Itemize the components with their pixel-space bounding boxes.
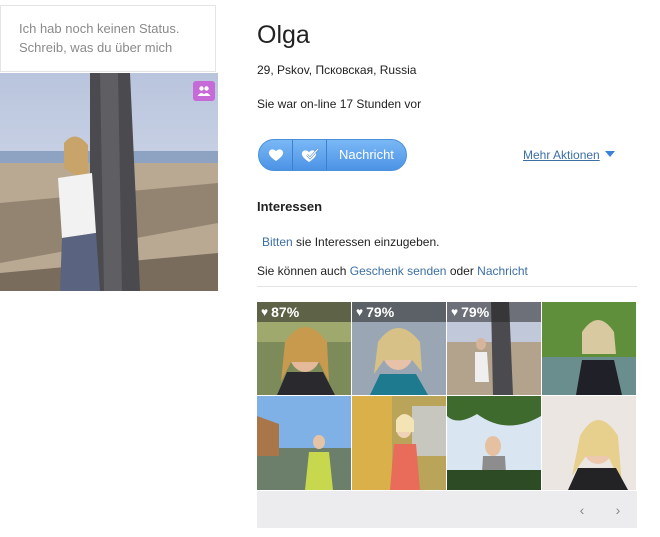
- gallery-photo[interactable]: [352, 396, 446, 490]
- rating-badge: ♥ 79%: [447, 302, 541, 322]
- photo-image: [257, 396, 351, 490]
- ask-interests-text: sie Interessen einzugeben.: [292, 235, 440, 249]
- photo-image: [447, 396, 541, 490]
- heart-icon: ♥: [261, 305, 269, 319]
- rating-value: 79%: [461, 304, 490, 320]
- ask-interests-link[interactable]: Bitten: [262, 235, 293, 249]
- status-placeholder: Ich hab noch keinen Status. Schreib, was…: [19, 21, 180, 55]
- gallery-photo[interactable]: [542, 396, 636, 490]
- gallery-next-button[interactable]: ›: [603, 491, 633, 528]
- send-gift-link[interactable]: Geschenk senden: [350, 264, 447, 278]
- online-status: Sie war on-line 17 Stunden vor: [257, 97, 422, 111]
- gift-prefix: Sie können auch: [257, 264, 350, 278]
- heart-icon: ♥: [451, 305, 459, 319]
- status-input[interactable]: Ich hab noch keinen Status. Schreib, was…: [0, 5, 216, 72]
- photo-gallery: ♥ 87% ♥ 79% ♥ 79%: [257, 302, 637, 490]
- like-button[interactable]: [259, 140, 293, 170]
- gift-text: Sie können auch Geschenk senden oder Nac…: [257, 264, 528, 278]
- gallery-photo[interactable]: ♥ 79%: [447, 302, 541, 395]
- friends-icon: [197, 86, 211, 96]
- action-buttons: Nachricht: [258, 139, 407, 171]
- gallery-photo[interactable]: [257, 396, 351, 490]
- favorite-button[interactable]: [293, 140, 327, 170]
- friends-badge[interactable]: [193, 81, 215, 101]
- photo-image: [542, 396, 636, 490]
- gallery-navigation: ‹ ›: [257, 491, 637, 528]
- gallery-photo[interactable]: ♥ 79%: [352, 302, 446, 395]
- more-actions-label: Mehr Aktionen: [523, 148, 600, 162]
- rating-badge: ♥ 79%: [352, 302, 446, 322]
- rating-value: 87%: [271, 304, 300, 320]
- heart-check-icon: [301, 147, 319, 162]
- gallery-photo[interactable]: [447, 396, 541, 490]
- gallery-photo[interactable]: ♥ 87%: [257, 302, 351, 395]
- heart-icon: ♥: [356, 305, 364, 319]
- more-actions-link[interactable]: Mehr Aktionen: [523, 148, 615, 162]
- photo-image: [542, 302, 636, 395]
- gift-or: oder: [446, 264, 478, 278]
- message-button[interactable]: Nachricht: [327, 140, 406, 170]
- heart-icon: [268, 149, 283, 161]
- chevron-left-icon: ‹: [579, 501, 585, 518]
- profile-location: 29, Pskov, Псковская, Russia: [257, 63, 417, 77]
- avatar[interactable]: [0, 73, 218, 291]
- chevron-down-icon: [604, 151, 615, 157]
- chevron-right-icon: ›: [615, 501, 621, 518]
- rating-value: 79%: [366, 304, 395, 320]
- send-message-link[interactable]: Nachricht: [477, 264, 528, 278]
- photo-image: [352, 396, 446, 490]
- avatar-photo: [0, 73, 218, 291]
- divider: [257, 286, 637, 287]
- rating-badge: ♥ 87%: [257, 302, 351, 322]
- interests-text: Bitten sie Interessen einzugeben.: [262, 235, 439, 249]
- interests-title: Interessen: [257, 199, 323, 214]
- profile-name: Olga: [257, 21, 310, 49]
- gallery-photo[interactable]: [542, 302, 636, 395]
- gallery-prev-button[interactable]: ‹: [567, 491, 597, 528]
